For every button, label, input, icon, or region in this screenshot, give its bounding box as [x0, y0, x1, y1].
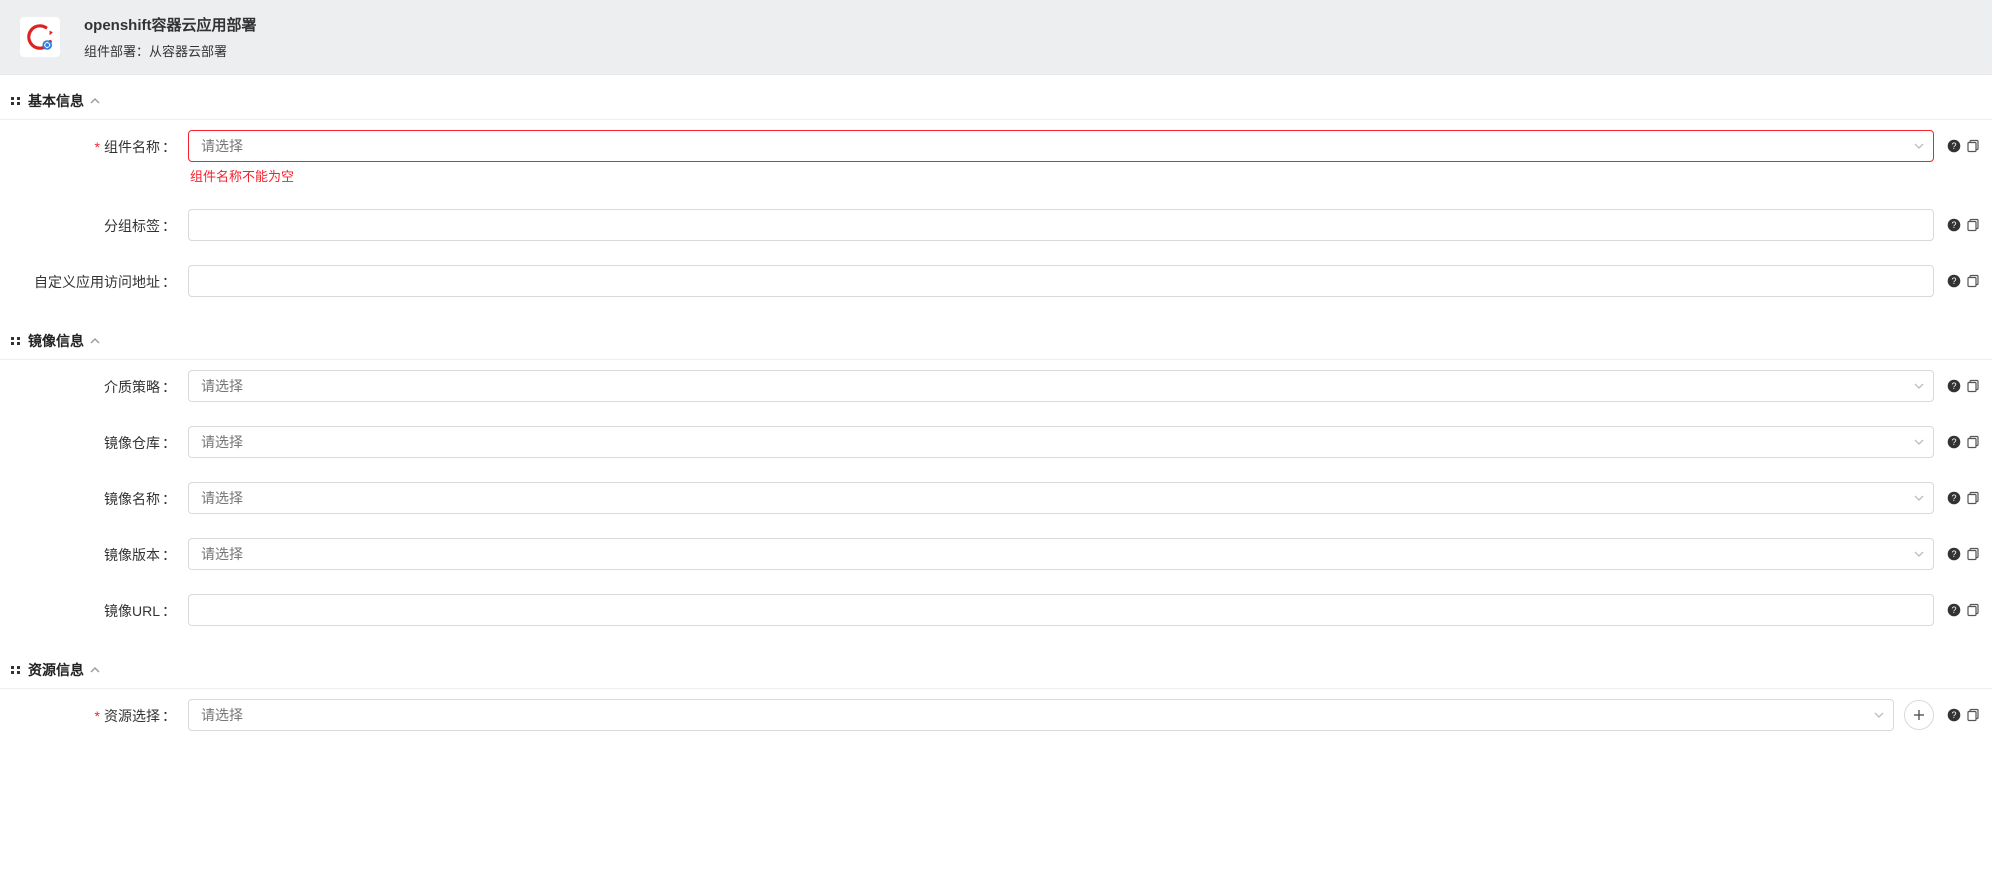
section-image-header[interactable]: 镜像信息: [0, 321, 1992, 360]
component-name-error: 组件名称不能为空: [190, 166, 1982, 185]
row-image-url: 镜像URL ?: [10, 594, 1982, 626]
label-image-version: 镜像版本: [10, 538, 188, 565]
svg-text:?: ?: [1951, 437, 1956, 447]
add-button[interactable]: [1904, 700, 1934, 730]
label-image-name: 镜像名称: [10, 482, 188, 509]
image-version-select[interactable]: [188, 538, 1934, 570]
page-header: openshift容器云应用部署 组件部署：从容器云部署: [0, 0, 1992, 75]
image-url-input[interactable]: [188, 594, 1934, 626]
section-resource-header[interactable]: 资源信息: [0, 650, 1992, 689]
section-resource-title: 资源信息: [28, 660, 84, 680]
required-asterisk: *: [95, 708, 100, 724]
section-basic-header[interactable]: 基本信息: [0, 81, 1992, 120]
copy-icon[interactable]: [1966, 602, 1982, 618]
section-resource-body: *资源选择 ?: [0, 689, 1992, 731]
page-subtitle: 组件部署：从容器云部署: [84, 41, 257, 60]
section-image-title: 镜像信息: [28, 331, 84, 351]
copy-icon[interactable]: [1966, 138, 1982, 154]
help-icon[interactable]: ?: [1946, 378, 1962, 394]
label-resource-select: *资源选择: [10, 699, 188, 726]
section-image-body: 介质策略 ? 镜像仓库: [0, 360, 1992, 626]
copy-icon[interactable]: [1966, 707, 1982, 723]
svg-text:?: ?: [1951, 493, 1956, 503]
svg-text:?: ?: [1951, 381, 1956, 391]
copy-icon[interactable]: [1966, 217, 1982, 233]
label-component-name: *组件名称: [10, 130, 188, 157]
svg-text:?: ?: [1951, 605, 1956, 615]
page-title: openshift容器云应用部署: [84, 14, 257, 35]
svg-text:?: ?: [1951, 276, 1956, 286]
resource-select[interactable]: [188, 699, 1894, 731]
chevron-up-icon: [90, 665, 100, 675]
component-name-select[interactable]: [188, 130, 1934, 162]
section-basic-body: *组件名称 ? 组件名称不能为空: [0, 120, 1992, 297]
svg-text:?: ?: [1951, 220, 1956, 230]
copy-icon[interactable]: [1966, 378, 1982, 394]
label-group-tag: 分组标签: [10, 209, 188, 236]
grip-icon: [10, 95, 22, 107]
svg-text:?: ?: [1951, 549, 1956, 559]
row-image-repo: 镜像仓库 ?: [10, 426, 1982, 458]
copy-icon[interactable]: [1966, 546, 1982, 562]
help-icon[interactable]: ?: [1946, 602, 1962, 618]
row-resource-select: *资源选择 ?: [10, 699, 1982, 731]
grip-icon: [10, 335, 22, 347]
image-repo-select[interactable]: [188, 426, 1934, 458]
label-image-url: 镜像URL: [10, 594, 188, 621]
row-custom-access-url: 自定义应用访问地址 ?: [10, 265, 1982, 297]
help-icon[interactable]: ?: [1946, 138, 1962, 154]
row-image-name: 镜像名称 ?: [10, 482, 1982, 514]
svg-text:?: ?: [1951, 141, 1956, 151]
copy-icon[interactable]: [1966, 434, 1982, 450]
chevron-up-icon: [90, 336, 100, 346]
help-icon[interactable]: ?: [1946, 434, 1962, 450]
svg-text:?: ?: [1951, 710, 1956, 720]
openshift-logo-icon: [20, 17, 60, 57]
required-asterisk: *: [95, 139, 100, 155]
chevron-up-icon: [90, 96, 100, 106]
row-image-version: 镜像版本 ?: [10, 538, 1982, 570]
help-icon[interactable]: ?: [1946, 546, 1962, 562]
section-basic-title: 基本信息: [28, 91, 84, 111]
grip-icon: [10, 664, 22, 676]
help-icon[interactable]: ?: [1946, 707, 1962, 723]
row-media-strategy: 介质策略 ?: [10, 370, 1982, 402]
group-tag-input[interactable]: [188, 209, 1934, 241]
label-custom-access-url: 自定义应用访问地址: [10, 265, 188, 292]
label-image-repo: 镜像仓库: [10, 426, 188, 453]
help-icon[interactable]: ?: [1946, 217, 1962, 233]
help-icon[interactable]: ?: [1946, 490, 1962, 506]
label-media-strategy: 介质策略: [10, 370, 188, 397]
row-component-name: *组件名称 ? 组件名称不能为空: [10, 130, 1982, 185]
image-name-select[interactable]: [188, 482, 1934, 514]
copy-icon[interactable]: [1966, 490, 1982, 506]
media-strategy-select[interactable]: [188, 370, 1934, 402]
copy-icon[interactable]: [1966, 273, 1982, 289]
help-icon[interactable]: ?: [1946, 273, 1962, 289]
custom-access-url-input[interactable]: [188, 265, 1934, 297]
row-group-tag: 分组标签 ?: [10, 209, 1982, 241]
